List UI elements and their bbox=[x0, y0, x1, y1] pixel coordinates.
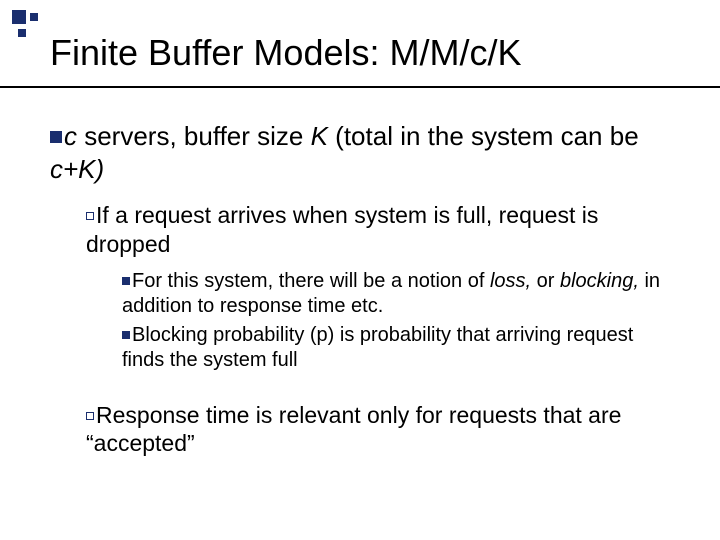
text-italic: c bbox=[64, 121, 77, 151]
text-italic: loss, bbox=[490, 270, 531, 292]
corner-decoration-row bbox=[18, 26, 26, 37]
text: or bbox=[531, 270, 560, 292]
text: Response time is relevant only for reque… bbox=[86, 402, 621, 457]
slide-content: c servers, buffer size K (total in the s… bbox=[50, 120, 670, 468]
bullet-level1: c servers, buffer size K (total in the s… bbox=[50, 120, 670, 185]
hollow-square-bullet-icon bbox=[86, 212, 94, 220]
title-divider bbox=[0, 86, 720, 88]
square-bullet-icon bbox=[50, 131, 62, 143]
hollow-square-bullet-icon bbox=[86, 412, 94, 420]
bullet-level2: Response time is relevant only for reque… bbox=[86, 401, 670, 459]
text-italic: K bbox=[311, 121, 328, 151]
bullet-level3: For this system, there will be a notion … bbox=[122, 269, 670, 319]
slide-title: Finite Buffer Models: M/M/c/K bbox=[50, 32, 521, 74]
text: servers, buffer size bbox=[77, 121, 311, 151]
spacer bbox=[50, 377, 670, 391]
bullet-level3: Blocking probability (p) is probability … bbox=[122, 323, 670, 373]
square-bullet-icon bbox=[122, 331, 130, 339]
text: For this system, there will be a notion … bbox=[132, 270, 490, 292]
text: If a request arrives when system is full… bbox=[86, 202, 598, 257]
bullet-level2: If a request arrives when system is full… bbox=[86, 201, 670, 259]
text-italic: c+K) bbox=[50, 154, 104, 184]
decoration-square bbox=[30, 13, 38, 21]
text: Blocking probability (p) is probability … bbox=[122, 324, 633, 371]
text-italic: blocking, bbox=[560, 270, 639, 292]
text: (total in the system can be bbox=[328, 121, 639, 151]
decoration-square bbox=[18, 29, 26, 37]
square-bullet-icon bbox=[122, 277, 130, 285]
decoration-square bbox=[12, 10, 26, 24]
corner-decoration bbox=[12, 10, 38, 24]
